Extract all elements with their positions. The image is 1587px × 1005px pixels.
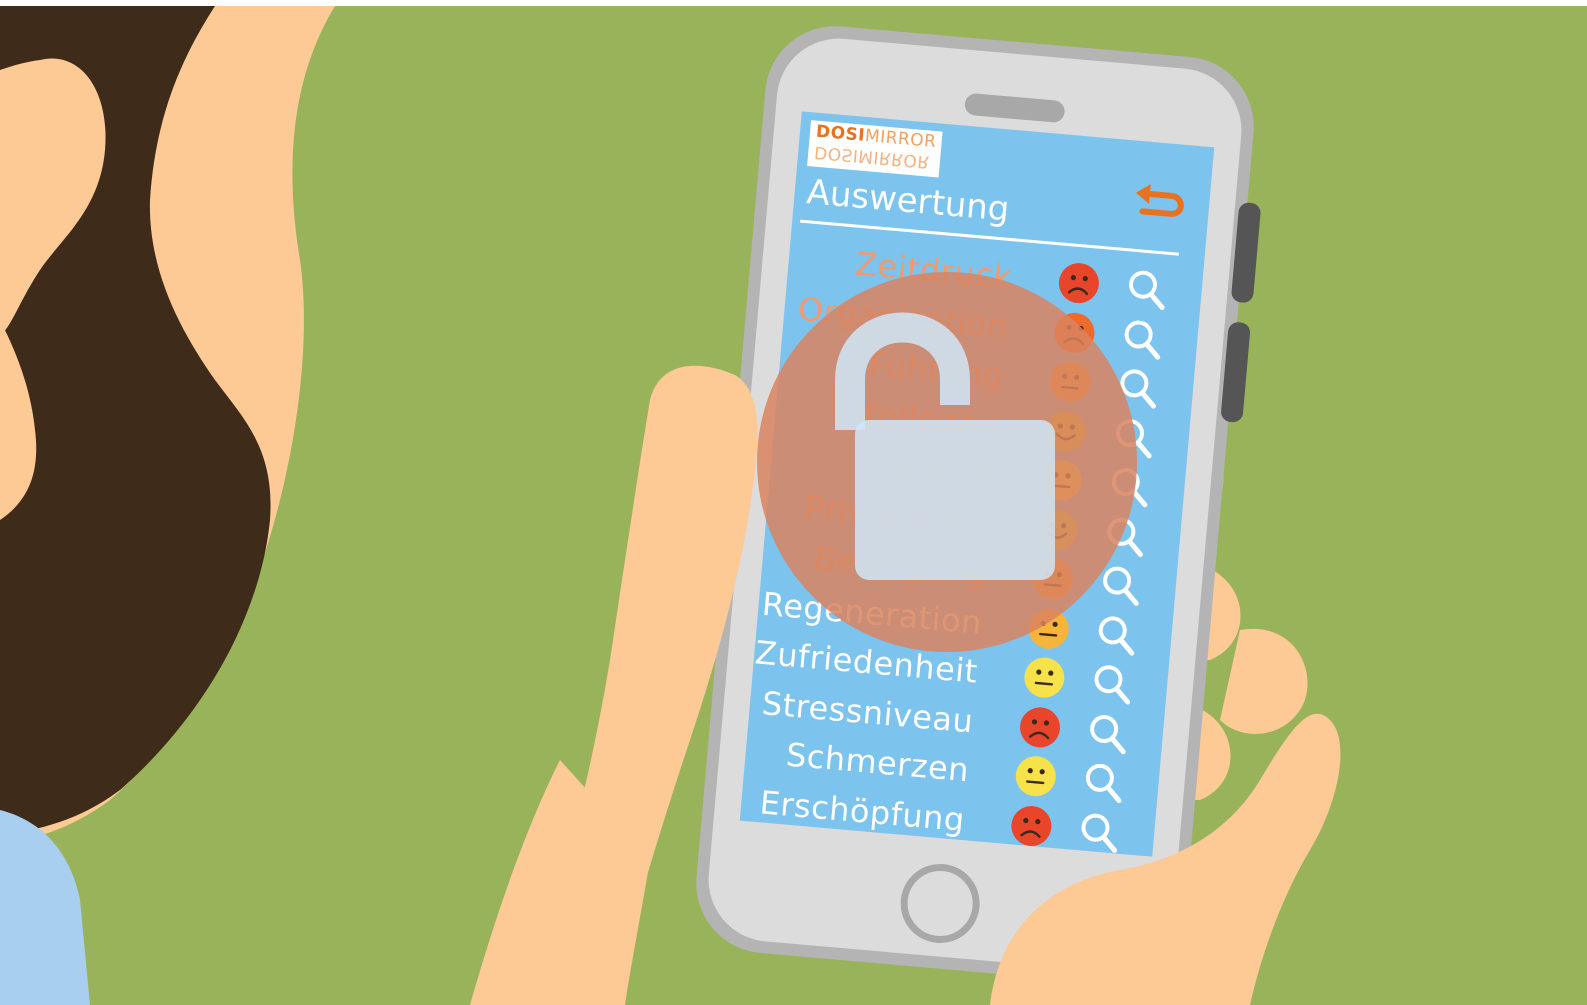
neutral-face-icon: [1024, 657, 1065, 698]
row-label: Zeitdruck: [853, 244, 1014, 297]
magnifier-icon[interactable]: [1124, 266, 1170, 312]
neutral-face-icon: [1050, 361, 1091, 402]
row-label: Kollegen: [857, 394, 1001, 445]
row-label: Kunden: [870, 444, 997, 494]
happy-face-icon: [1045, 411, 1086, 452]
undo-arrow-icon[interactable]: [1130, 180, 1193, 225]
row-label: Führung: [867, 345, 1006, 395]
top-border: [0, 0, 1587, 6]
row-label: Bewegung: [812, 539, 988, 593]
magnifier-icon[interactable]: [1102, 513, 1148, 559]
magnifier-icon[interactable]: [1085, 710, 1131, 756]
page-title: Auswertung: [805, 172, 1012, 230]
magnifier-icon[interactable]: [1120, 316, 1166, 362]
sad-face-icon: [1058, 263, 1099, 304]
magnifier-icon[interactable]: [1089, 661, 1135, 707]
happy-face-icon: [1037, 509, 1078, 550]
neutral-face-icon: [1033, 558, 1074, 599]
sad-face-icon: [1054, 312, 1095, 353]
phone-screen: DOSIMIRROR DOSIMIRROR Auswertung Zeitdru…: [739, 111, 1215, 857]
magnifier-icon[interactable]: [1111, 414, 1157, 460]
magnifier-icon[interactable]: [1094, 611, 1140, 657]
sad-face-icon: [1020, 706, 1061, 747]
sad-face-icon: [1011, 805, 1052, 846]
app-logo: DOSIMIRROR DOSIMIRROR: [807, 120, 943, 178]
magnifier-icon[interactable]: [1115, 365, 1161, 411]
neutral-face-icon: [1015, 756, 1056, 797]
magnifier-icon[interactable]: [1107, 464, 1153, 510]
magnifier-icon[interactable]: [1076, 809, 1122, 855]
neutral-face-icon: [1028, 608, 1069, 649]
neutral-face-icon: [1041, 460, 1082, 501]
evaluation-list: Zeitdruck Organisation Führung Kollegen Kund…: [740, 235, 1204, 857]
scene: DOSIMIRROR DOSIMIRROR Auswertung Zeitdru…: [0, 0, 1587, 1005]
magnifier-icon[interactable]: [1098, 562, 1144, 608]
magnifier-icon[interactable]: [1081, 759, 1127, 805]
